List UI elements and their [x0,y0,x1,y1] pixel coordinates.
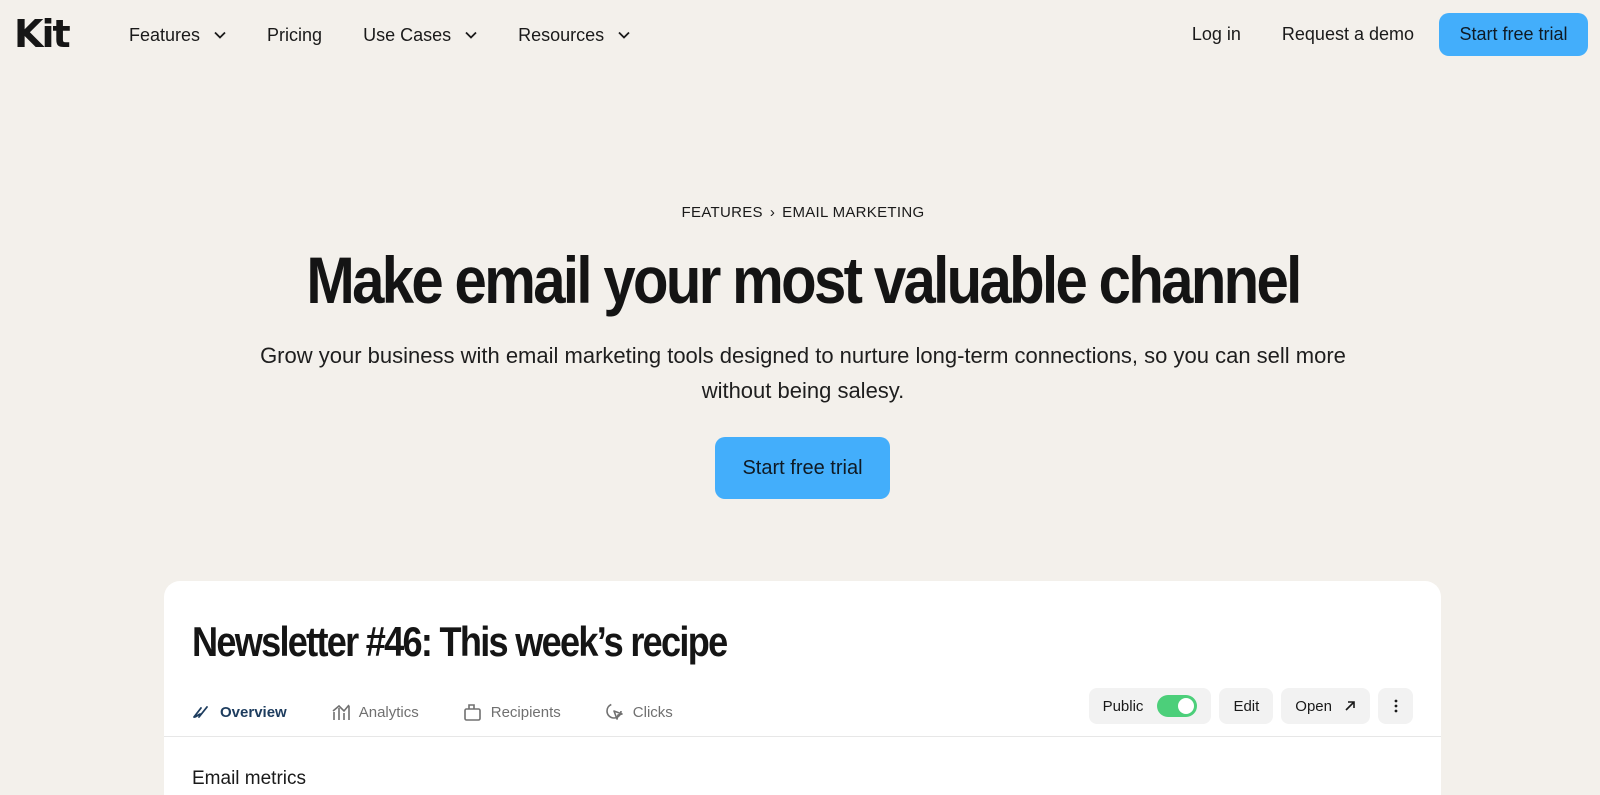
tab-overview-label: Overview [220,703,287,721]
recipients-icon [463,704,481,721]
nav-use-cases[interactable]: Use Cases [363,22,477,48]
top-nav: Kit Features Pricing Use Cases Resources… [0,0,1600,70]
newsletter-title: Newsletter #46: This week’s recipe [192,618,728,665]
tab-analytics[interactable]: Analytics [331,703,419,721]
tab-analytics-label: Analytics [358,703,419,721]
chevron-down-icon [465,31,477,39]
overview-icon [193,706,208,718]
chevron-down-icon [214,31,226,39]
public-toggle[interactable] [1157,695,1198,717]
clicks-icon [605,703,623,720]
newsletter-preview-card: Newsletter #46: This week’s recipe Overv… [164,581,1441,795]
breadcrumb-features[interactable]: FEATURES [682,204,763,221]
open-button[interactable]: Open [1281,688,1370,724]
tab-recipients-label: Recipients [490,703,561,721]
analytics-icon [332,704,350,720]
breadcrumb: FEATURES › EMAIL MARKETING [0,204,1600,221]
newsletter-actions: Public Edit Open [1081,688,1413,724]
nav-pricing[interactable]: Pricing [267,22,322,48]
tabs-divider [164,736,1441,737]
edit-button[interactable]: Edit [1219,688,1274,724]
kit-logo[interactable]: Kit [14,14,71,54]
nav-features-label: Features [129,24,201,45]
hero-start-trial-button[interactable]: Start free trial [715,437,890,499]
breadcrumb-separator: › [769,204,776,221]
login-link[interactable]: Log in [1192,24,1241,45]
page-title: Make email your most valuable channel [306,243,1302,317]
request-demo-link[interactable]: Request a demo [1282,24,1414,45]
email-metrics-heading: Email metrics [192,768,307,789]
nav-use-cases-label: Use Cases [363,24,452,45]
nav-features[interactable]: Features [129,22,226,48]
nav-resources[interactable]: Resources [518,22,630,48]
tab-recipients[interactable]: Recipients [463,703,561,721]
nav-resources-label: Resources [518,24,605,45]
newsletter-tabs: Overview Analytics Recipients Clicks [192,702,717,722]
tab-clicks-label: Clicks [632,703,673,721]
external-link-icon [1345,701,1355,711]
nav-pricing-label: Pricing [267,24,323,45]
tab-overview[interactable]: Overview [192,704,287,721]
nav-start-trial-button[interactable]: Start free trial [1439,13,1588,56]
open-button-label: Open [1295,697,1332,715]
public-toggle-group[interactable]: Public [1088,688,1212,724]
nav-links: Features Pricing Use Cases Resources [129,22,671,48]
public-label: Public [1102,697,1144,715]
more-options-button[interactable] [1378,688,1413,724]
tab-clicks[interactable]: Clicks [605,702,673,722]
page-subtitle: Grow your business with email marketing … [260,343,1346,403]
chevron-down-icon [618,31,630,39]
kebab-menu-icon [1394,699,1397,713]
breadcrumb-email-marketing: EMAIL MARKETING [782,204,925,221]
nav-actions: Log in Request a demo Start free trial [1192,13,1588,56]
